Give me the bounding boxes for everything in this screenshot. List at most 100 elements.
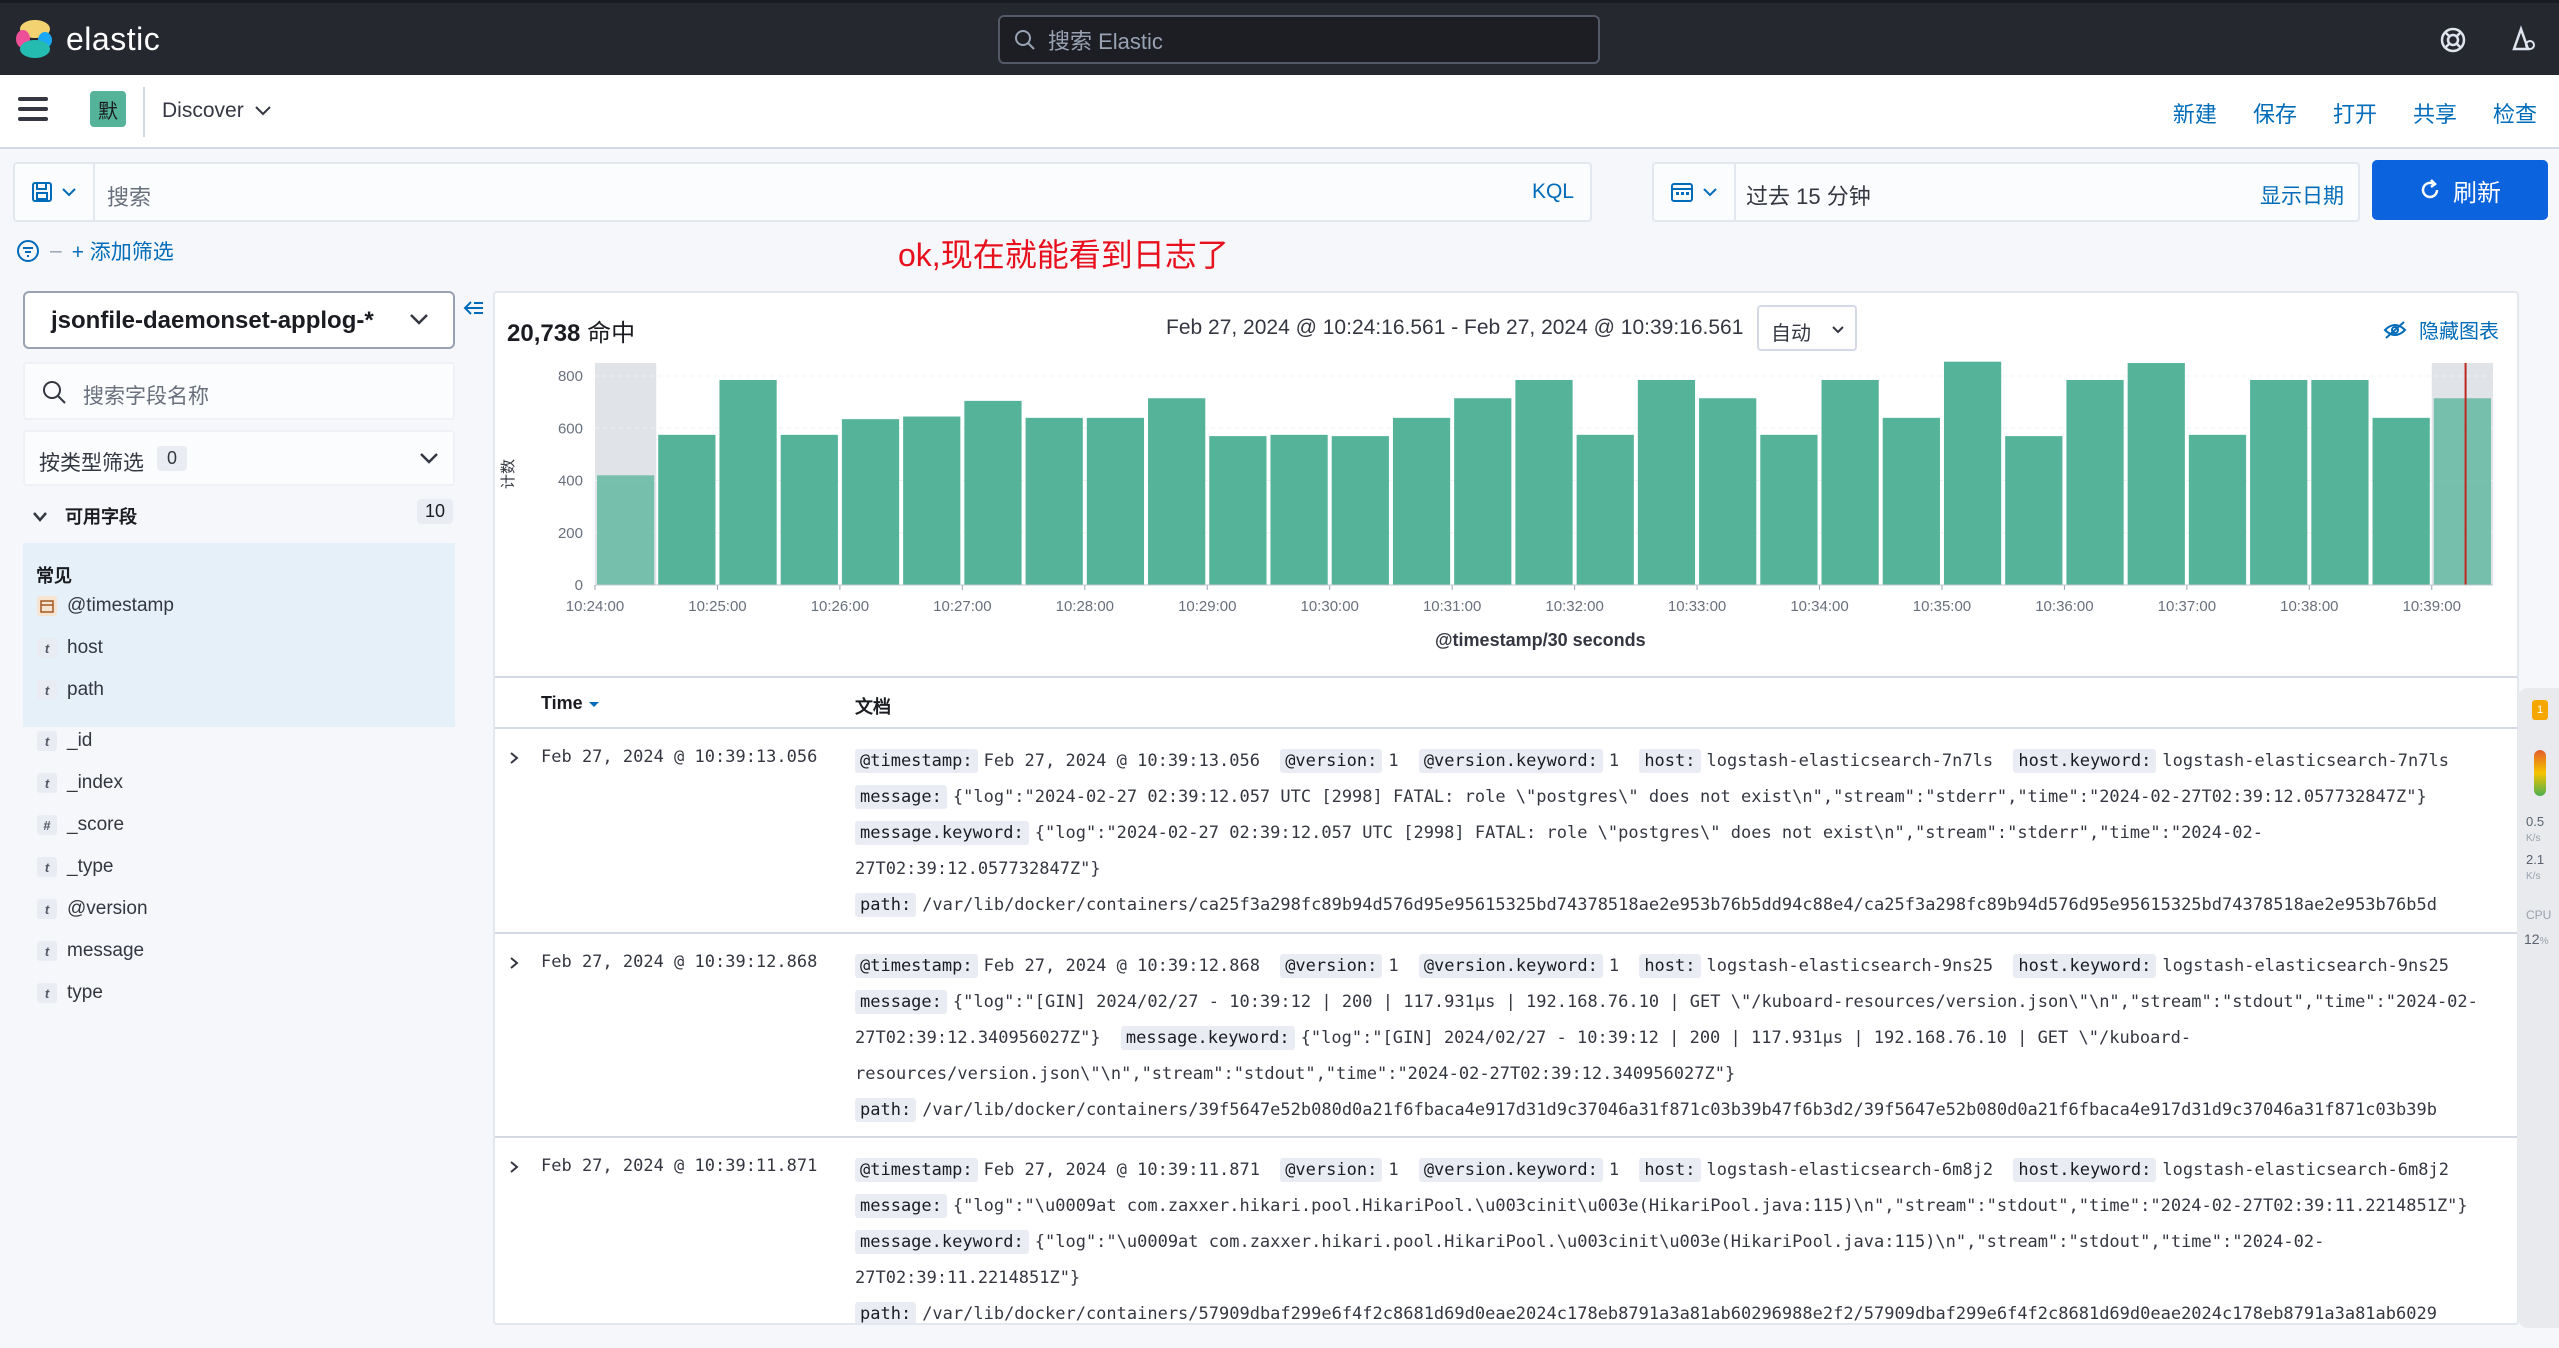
document-field: @version.keyword: 1 (1418, 954, 1629, 978)
chevron-right-icon[interactable] (507, 751, 521, 765)
inspect-button[interactable]: 检查 (2493, 97, 2537, 129)
field-value: 1 (1388, 956, 1399, 976)
filter-icon[interactable] (16, 239, 40, 263)
chevron-right-icon[interactable] (507, 1160, 521, 1174)
histogram-bar (2433, 398, 2491, 585)
column-header-time[interactable]: Time (541, 693, 600, 714)
annotation-text: ok,现在就能看到日志了 (898, 237, 1229, 273)
string-field-icon: t (37, 638, 57, 658)
save-button[interactable]: 保存 (2253, 97, 2297, 129)
document-field: path:/var/lib/docker/containers/ca25f3a2… (855, 887, 2505, 923)
refresh-button[interactable]: 刷新 (2372, 160, 2548, 220)
field-item-timestamp[interactable]: @timestamp (37, 595, 174, 617)
saved-query-button[interactable] (15, 164, 95, 220)
chevron-right-icon[interactable] (507, 956, 521, 970)
field-item-type[interactable]: t type (37, 982, 103, 1004)
add-filter-button[interactable]: + 添加筛选 (72, 236, 174, 266)
elastic-logo-icon (16, 20, 54, 58)
field-item-host[interactable]: t host (37, 637, 103, 659)
field-key: host.keyword: (2013, 954, 2157, 978)
table-row[interactable]: Feb 27, 2024 @ 10:39:11.871 @timestamp: Fe… (495, 1138, 2517, 1323)
field-value: {"log":"\u0009at com.zaxxer.hikari.pool.… (855, 1232, 2325, 1288)
field-item-score[interactable]: # _score (37, 814, 124, 836)
field-value: logstash-elasticsearch-7n7ls (2162, 751, 2449, 771)
number-field-icon: # (37, 815, 57, 835)
field-value: logstash-elasticsearch-9ns25 (1706, 956, 1994, 976)
time-range-label[interactable]: 过去 15 分钟 (1746, 179, 1871, 211)
field-key: message: (855, 990, 947, 1014)
field-key: host.keyword: (2013, 749, 2157, 773)
field-item-version[interactable]: t @version (37, 898, 148, 920)
space-avatar[interactable]: 默 (90, 91, 126, 127)
document-field: message.keyword: {"log":"\u0009at com.zax… (855, 1230, 2325, 1288)
share-button[interactable]: 共享 (2413, 97, 2457, 129)
hits-label: 命中 (587, 320, 636, 347)
field-key: @version: (1280, 954, 1383, 978)
field-item-message[interactable]: t message (37, 940, 144, 962)
index-pattern-select[interactable]: jsonfile-daemonset-applog-* (23, 291, 455, 349)
help-icon[interactable] (2438, 25, 2468, 55)
field-item-index[interactable]: t _index (37, 772, 123, 794)
hamburger-icon-line (18, 97, 48, 101)
hide-chart-button[interactable]: 隐藏图表 (2383, 315, 2499, 344)
histogram-bar (2372, 417, 2430, 585)
x-tick-label: 10:28:00 (1056, 598, 1114, 615)
histogram-bar (903, 416, 961, 585)
menu-toggle-button[interactable] (18, 97, 48, 127)
histogram-bar (2311, 379, 2369, 585)
field-item-id[interactable]: t _id (37, 730, 92, 752)
show-dates-button[interactable]: 显示日期 (2260, 180, 2344, 210)
filter-bar: – + 添加筛选 (16, 236, 174, 266)
breadcrumb[interactable]: Discover (162, 99, 272, 123)
new-button[interactable]: 新建 (2173, 97, 2217, 129)
chevron-down-icon (410, 314, 428, 325)
histogram-bar (1515, 379, 1573, 585)
histogram-bar (2127, 363, 2185, 585)
field-item-path[interactable]: t path (37, 679, 104, 701)
system-monitor-widget[interactable]: 1 0.5 K/s 2.1 K/s CPU 12% (2518, 688, 2559, 1328)
available-fields-header[interactable]: 可用字段 10 (32, 499, 455, 529)
kql-toggle[interactable]: KQL (1532, 180, 1574, 204)
open-button[interactable]: 打开 (2333, 97, 2377, 129)
field-value: 1 (1608, 751, 1620, 771)
row-document: @timestamp: Feb 27, 2024 @ 10:39:11.871 @… (855, 1152, 2505, 1323)
table-row[interactable]: Feb 27, 2024 @ 10:39:13.056 @timestamp: Fe… (495, 729, 2517, 934)
y-tick-label: 800 (558, 368, 583, 385)
histogram-bar (1943, 361, 2002, 585)
field-key: message.keyword: (855, 1230, 1029, 1254)
global-search-input[interactable]: 搜索 Elastic (998, 15, 1600, 64)
divider (495, 676, 2517, 678)
field-name: host (67, 637, 103, 658)
save-icon (32, 182, 52, 202)
x-tick-label: 10:38:00 (2280, 598, 2338, 615)
query-input[interactable]: 搜索 (107, 180, 151, 212)
y-tick-label: 200 (558, 525, 583, 542)
field-key: @version: (1280, 749, 1383, 773)
histogram-bar (1821, 379, 1879, 585)
filter-by-type-button[interactable]: 按类型筛选 0 (23, 430, 455, 486)
field-search-input[interactable]: 搜索字段名称 (23, 362, 455, 420)
field-key: @timestamp: (855, 1158, 978, 1182)
field-name: _id (67, 730, 93, 751)
histogram-bar (2066, 379, 2124, 585)
document-field: @version: 1 (1280, 749, 1408, 773)
cpu-label: CPU (2526, 908, 2552, 922)
field-key: message.keyword: (855, 821, 1029, 845)
field-key: host.keyword: (2013, 1158, 2157, 1182)
filter-count-badge: 0 (157, 446, 188, 471)
news-feed-icon[interactable] (2508, 25, 2538, 55)
x-tick-label: 10:39:00 (2403, 598, 2461, 615)
field-key: message: (855, 1194, 947, 1218)
table-row[interactable]: Feb 27, 2024 @ 10:39:12.868 @timestamp: Fe… (495, 934, 2517, 1138)
field-value: 1 (1608, 956, 1620, 976)
field-item-type-underscore[interactable]: t _type (37, 856, 113, 878)
elastic-logo[interactable]: elastic (16, 20, 160, 58)
collapse-sidebar-icon[interactable] (462, 296, 486, 320)
interval-select[interactable]: 自动 (1757, 305, 1857, 351)
index-pattern-name: jsonfile-daemonset-applog-* (51, 307, 374, 334)
search-icon (43, 381, 66, 404)
field-value: /var/lib/docker/containers/39f5647e52b08… (922, 1100, 2437, 1120)
header-actions: 新建 保存 打开 共享 检查 (2173, 97, 2537, 129)
quick-select-button[interactable] (1654, 164, 1736, 220)
field-value: {"log":"\u0009at com.zaxxer.hikari.pool.… (952, 1196, 2468, 1216)
